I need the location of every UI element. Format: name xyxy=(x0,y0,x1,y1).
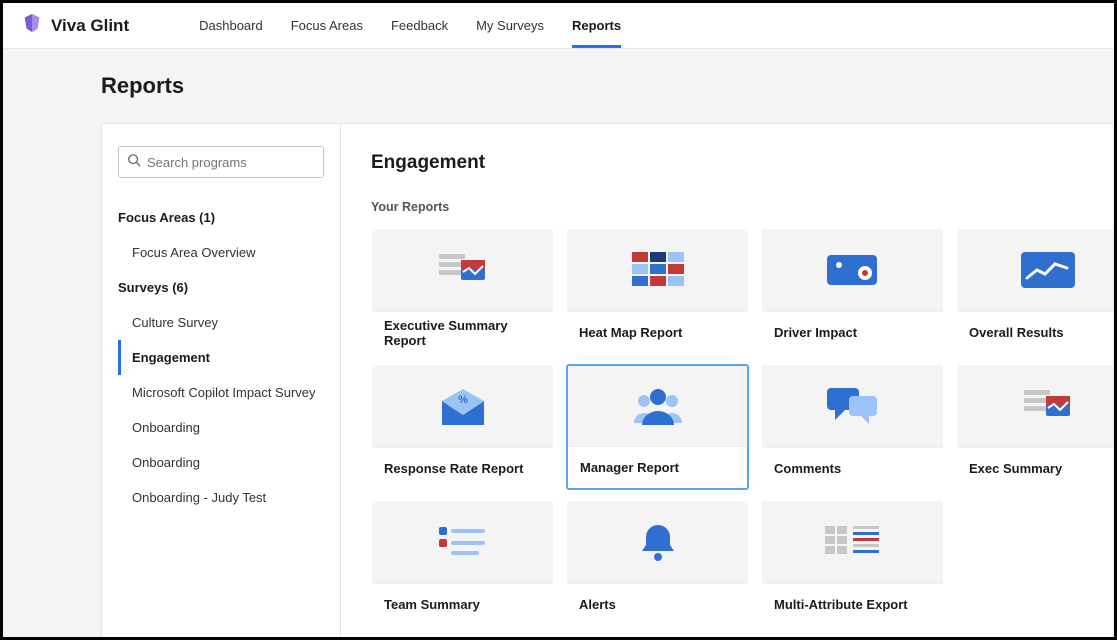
main-panel: Engagement Your Reports Executive Summar… xyxy=(341,123,1114,637)
report-card-exec-summary[interactable]: Exec Summary xyxy=(956,364,1114,490)
report-card-alerts[interactable]: Alerts xyxy=(566,500,749,626)
report-card-overall-results[interactable]: Overall Results xyxy=(956,228,1114,354)
report-card-label: Driver Impact xyxy=(762,311,943,353)
response-icon: % xyxy=(433,382,493,430)
report-card-icon-area xyxy=(568,366,747,446)
report-card-comments[interactable]: Comments xyxy=(761,364,944,490)
nav-item-dashboard[interactable]: Dashboard xyxy=(199,4,263,48)
brand-name: Viva Glint xyxy=(51,16,129,36)
nav-item-focus-areas[interactable]: Focus Areas xyxy=(291,4,363,48)
report-card-driver-impact[interactable]: Driver Impact xyxy=(761,228,944,354)
report-card-manager-report[interactable]: Manager Report xyxy=(566,364,749,490)
nav-item-feedback[interactable]: Feedback xyxy=(391,4,448,48)
report-card-label: Manager Report xyxy=(568,446,747,488)
your-reports-label: Your Reports xyxy=(371,200,1113,214)
report-card-label: Exec Summary xyxy=(957,447,1114,489)
report-card-icon-area xyxy=(762,501,943,583)
report-card-label: Executive Summary Report xyxy=(372,311,553,353)
report-card-icon-area: % xyxy=(372,365,553,447)
report-card-label: Alerts xyxy=(567,583,748,625)
svg-text:%: % xyxy=(458,394,468,406)
report-card-icon-area xyxy=(762,365,943,447)
report-card-label: Multi-Attribute Export xyxy=(762,583,943,625)
camera-icon xyxy=(823,246,883,294)
sidebar-panel: Focus Areas (1)Focus Area OverviewSurvey… xyxy=(101,123,341,637)
report-card-response-rate-report[interactable]: % Response Rate Report xyxy=(371,364,554,490)
report-card-icon-area xyxy=(957,229,1114,311)
sidebar-item-engagement[interactable]: Engagement xyxy=(118,340,324,375)
search-icon xyxy=(127,153,141,172)
people-icon xyxy=(628,382,688,430)
report-card-team-summary[interactable]: Team Summary xyxy=(371,500,554,626)
report-card-icon-area xyxy=(567,501,748,583)
report-card-heat-map-report[interactable]: Heat Map Report xyxy=(566,228,749,354)
sidebar-item-onboarding---judy-test[interactable]: Onboarding - Judy Test xyxy=(118,480,324,515)
search-programs-input[interactable] xyxy=(147,155,315,170)
list-icon xyxy=(433,518,493,566)
report-card-label: Comments xyxy=(762,447,943,489)
report-card-label: Overall Results xyxy=(957,311,1114,353)
export-icon xyxy=(823,518,883,566)
sidebar-item-microsoft-copilot-impact-survey[interactable]: Microsoft Copilot Impact Survey xyxy=(118,375,324,410)
bell-icon xyxy=(628,518,688,566)
primary-nav: Dashboard Focus Areas Feedback My Surveys Re… xyxy=(199,4,621,48)
report-card-label: Response Rate Report xyxy=(372,447,553,489)
main-panel-title: Engagement xyxy=(371,152,1113,174)
report-card-label: Team Summary xyxy=(372,583,553,625)
report-card-icon-area xyxy=(372,501,553,583)
top-navigation-bar: Viva Glint Dashboard Focus Areas Feedback M… xyxy=(3,3,1114,49)
summary2-icon xyxy=(1018,382,1078,430)
comments-icon xyxy=(823,382,883,430)
content-row: Focus Areas (1)Focus Area OverviewSurvey… xyxy=(101,123,1114,637)
summary-icon xyxy=(433,246,493,294)
report-card-multi-attribute-export[interactable]: Multi-Attribute Export xyxy=(761,500,944,626)
report-card-icon-area xyxy=(957,365,1114,447)
trend-icon xyxy=(1018,246,1078,294)
sidebar-section-header[interactable]: Surveys (6) xyxy=(118,270,324,305)
heatmap-icon xyxy=(628,246,688,294)
search-programs-box[interactable] xyxy=(118,146,324,178)
nav-item-my-surveys[interactable]: My Surveys xyxy=(476,4,544,48)
nav-item-reports[interactable]: Reports xyxy=(572,4,621,48)
report-card-icon-area xyxy=(762,229,943,311)
report-card-icon-area xyxy=(567,229,748,311)
report-card-icon-area xyxy=(372,229,553,311)
sidebar-section-header[interactable]: Focus Areas (1) xyxy=(118,200,324,235)
report-cards-grid: Executive Summary Report Heat Map Report xyxy=(371,228,1113,626)
brand-logo-icon xyxy=(21,12,43,39)
page-body: Reports Focus Areas (1)Focus Area Overvi… xyxy=(3,49,1114,637)
report-card-label: Heat Map Report xyxy=(567,311,748,353)
sidebar-item-onboarding[interactable]: Onboarding xyxy=(118,445,324,480)
sidebar-item-focus-area-overview[interactable]: Focus Area Overview xyxy=(118,235,324,270)
brand-lockup: Viva Glint xyxy=(21,12,129,39)
sidebar-item-culture-survey[interactable]: Culture Survey xyxy=(118,305,324,340)
report-card-executive-summary-report[interactable]: Executive Summary Report xyxy=(371,228,554,354)
page-title: Reports xyxy=(101,73,1114,99)
sidebar-item-onboarding[interactable]: Onboarding xyxy=(118,410,324,445)
